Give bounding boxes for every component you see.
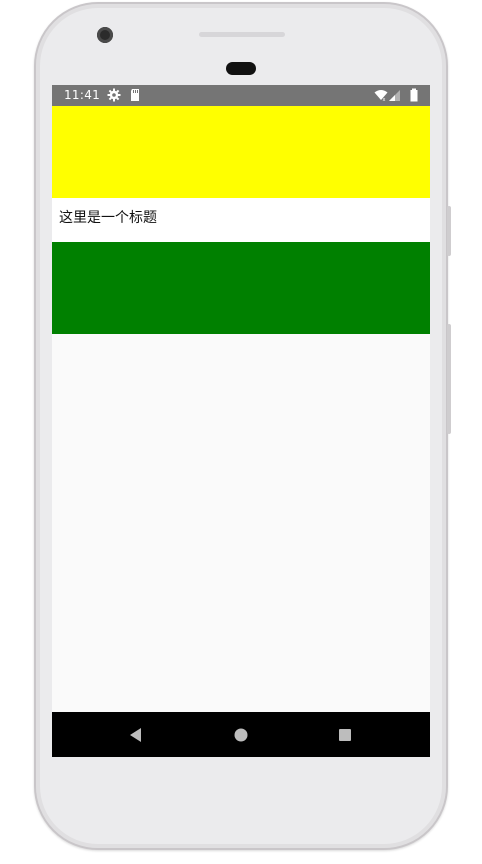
earpiece-speaker (199, 32, 285, 37)
title-text: 这里是一个标题 (59, 210, 157, 226)
power-button (447, 206, 451, 256)
yellow-block (52, 106, 430, 198)
front-camera (97, 27, 113, 43)
status-bar: 11:41 x (52, 85, 430, 106)
sd-card-icon (131, 89, 139, 101)
svg-text:x: x (383, 97, 386, 102)
battery-icon (410, 88, 418, 102)
volume-button (447, 324, 451, 434)
status-time: 11:41 (64, 88, 101, 102)
wifi-icon: x (374, 90, 388, 102)
signal-icon (389, 90, 400, 101)
home-icon[interactable] (231, 725, 251, 745)
green-block (52, 242, 430, 334)
gear-icon (107, 88, 121, 102)
back-icon[interactable] (126, 725, 146, 745)
recents-icon[interactable] (335, 725, 355, 745)
screen: 11:41 x 这里是一个标题 (52, 85, 430, 757)
title-row: 这里是一个标题 (52, 198, 430, 242)
proximity-sensor (226, 62, 256, 75)
navigation-bar (52, 712, 430, 757)
